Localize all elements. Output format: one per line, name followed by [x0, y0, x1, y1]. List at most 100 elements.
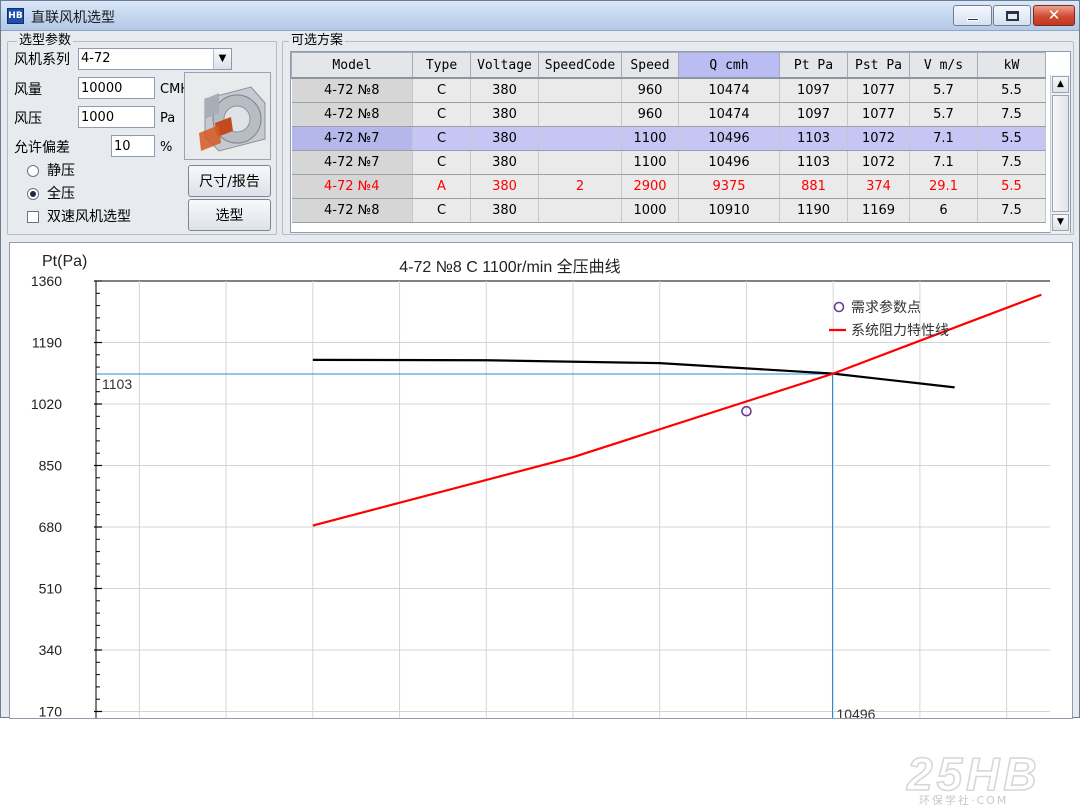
- column-header[interactable]: Model: [291, 52, 413, 79]
- table-cell: 4-72 №7: [291, 126, 413, 151]
- options-grid[interactable]: Model Type Voltage SpeedCode Speed Q cmh Pt Pa…: [291, 52, 1046, 223]
- tolerance-unit: %: [160, 140, 173, 155]
- table-cell: 9375: [678, 174, 780, 199]
- title-bar[interactable]: HB 直联风机选型 ✕: [1, 1, 1079, 31]
- table-row[interactable]: 4-72 №7 C 380 1100 10496 1103 1072 7.1 5.5: [291, 126, 1046, 151]
- y-tick-label: 1020: [31, 396, 62, 412]
- column-header[interactable]: Type: [412, 52, 471, 79]
- select-button[interactable]: 选型: [188, 199, 271, 231]
- table-cell: 960: [621, 102, 679, 127]
- table-cell: 4-72 №8: [291, 198, 413, 223]
- table-cell: 380: [470, 102, 539, 127]
- column-header[interactable]: Pst Pa: [847, 52, 910, 79]
- scroll-up-icon[interactable]: ▲: [1052, 76, 1069, 93]
- table-cell: 4-72 №8: [291, 102, 413, 127]
- y-tick-label: 170: [39, 704, 63, 720]
- table-cell: C: [412, 198, 471, 223]
- y-axis-label: Pt(Pa): [42, 253, 87, 270]
- maximize-icon: [1006, 11, 1019, 21]
- series-select[interactable]: 4-72 ▼: [78, 48, 232, 70]
- y-tick-label: 340: [39, 642, 63, 658]
- column-header[interactable]: kW: [977, 52, 1046, 79]
- table-cell: 1100: [621, 126, 679, 151]
- table-cell: 380: [470, 126, 539, 151]
- close-icon: ✕: [1047, 6, 1061, 24]
- table-cell: 1072: [847, 150, 910, 175]
- column-header[interactable]: Voltage: [470, 52, 539, 79]
- maximize-button[interactable]: [993, 5, 1031, 26]
- table-cell: 1072: [847, 126, 910, 151]
- pressure-label: 风压: [14, 111, 42, 127]
- column-header[interactable]: Pt Pa: [779, 52, 848, 79]
- minimize-icon: [967, 18, 979, 21]
- table-cell: 960: [621, 78, 679, 103]
- table-row[interactable]: 4-72 №7 C 380 1100 10496 1103 1072 7.1 7.5: [291, 150, 1046, 175]
- table-cell: 4-72 №7: [291, 150, 413, 175]
- watermark-graphic: 25HB 环保学社·COM: [905, 747, 1037, 807]
- table-cell: 881: [779, 174, 848, 199]
- static-pressure-label: 静压: [47, 163, 75, 179]
- table-cell: 1190: [779, 198, 848, 223]
- total-pressure-label: 全压: [47, 186, 75, 202]
- options-table[interactable]: Model Type Voltage SpeedCode Speed Q cmh Pt Pa…: [290, 51, 1071, 233]
- dual-speed-checkbox[interactable]: [27, 211, 39, 223]
- app-icon: HB: [7, 8, 24, 24]
- pressure-input[interactable]: [78, 106, 155, 128]
- column-header[interactable]: SpeedCode: [538, 52, 622, 79]
- table-cell: 4-72 №8: [291, 78, 413, 103]
- table-cell: 374: [847, 174, 910, 199]
- column-header[interactable]: V m/s: [909, 52, 978, 79]
- vertical-scrollbar[interactable]: ▲ ▼: [1050, 75, 1070, 233]
- table-cell: 380: [470, 78, 539, 103]
- scroll-down-icon[interactable]: ▼: [1052, 214, 1069, 231]
- chart-title: 4-72 №8 C 1100r/min 全压曲线: [399, 258, 620, 276]
- table-cell: C: [412, 102, 471, 127]
- table-row[interactable]: 4-72 №4 A 380 2 2900 9375 881 374 29.1 5.5: [291, 174, 1046, 199]
- table-cell: 7.1: [909, 126, 978, 151]
- pressure-unit: Pa: [160, 111, 176, 126]
- legend-demand-label: 需求参数点: [851, 299, 921, 315]
- static-pressure-radio[interactable]: [27, 165, 39, 177]
- table-cell: [538, 150, 622, 175]
- table-cell: 5.5: [977, 126, 1046, 151]
- table-cell: 10496: [678, 126, 780, 151]
- table-cell: [538, 102, 622, 127]
- scroll-thumb[interactable]: [1052, 95, 1069, 212]
- table-row[interactable]: 4-72 №8 C 380 1000 10910 1190 1169 6 7.5: [291, 198, 1046, 223]
- table-cell: 380: [470, 198, 539, 223]
- flow-label: 风量: [14, 82, 42, 98]
- table-cell: 1000: [621, 198, 679, 223]
- table-row[interactable]: 4-72 №8 C 380 960 10474 1097 1077 5.7 5.5: [291, 78, 1046, 103]
- table-cell: 1077: [847, 102, 910, 127]
- minimize-button[interactable]: [953, 5, 992, 26]
- table-cell: 1103: [779, 126, 848, 151]
- table-cell: 380: [470, 150, 539, 175]
- table-cell: [538, 126, 622, 151]
- dual-speed-label: 双速风机选型: [47, 209, 131, 225]
- table-cell: 4-72 №4: [291, 174, 413, 199]
- watermark-sub: 环保学社·COM: [919, 793, 1008, 807]
- crosshair-y-label: 1103: [102, 376, 132, 392]
- legend-resistance-label: 系统阻力特性线: [851, 322, 949, 338]
- table-cell: 5.7: [909, 78, 978, 103]
- chevron-down-icon[interactable]: ▼: [213, 49, 231, 69]
- watermark-logo: 25HB 环保学社·COM: [905, 747, 1073, 808]
- table-cell: 7.5: [977, 102, 1046, 127]
- legend-demand-marker: [833, 301, 845, 313]
- table-cell: 380: [470, 174, 539, 199]
- table-row[interactable]: 4-72 №8 C 380 960 10474 1097 1077 5.7 7.5: [291, 102, 1046, 127]
- column-header[interactable]: Speed: [621, 52, 679, 79]
- tolerance-input[interactable]: [111, 135, 155, 157]
- flow-input[interactable]: [78, 77, 155, 99]
- table-cell: A: [412, 174, 471, 199]
- params-legend: 选型参数: [17, 33, 74, 49]
- total-pressure-radio[interactable]: [27, 188, 39, 200]
- table-cell: 10474: [678, 78, 780, 103]
- table-cell: 10496: [678, 150, 780, 175]
- crosshair-x-label: 10496: [836, 706, 875, 719]
- column-header[interactable]: Q cmh: [678, 52, 780, 79]
- size-report-button[interactable]: 尺寸/报告: [188, 165, 271, 197]
- table-cell: 2: [538, 174, 622, 199]
- close-button[interactable]: ✕: [1033, 5, 1075, 26]
- table-cell: [538, 78, 622, 103]
